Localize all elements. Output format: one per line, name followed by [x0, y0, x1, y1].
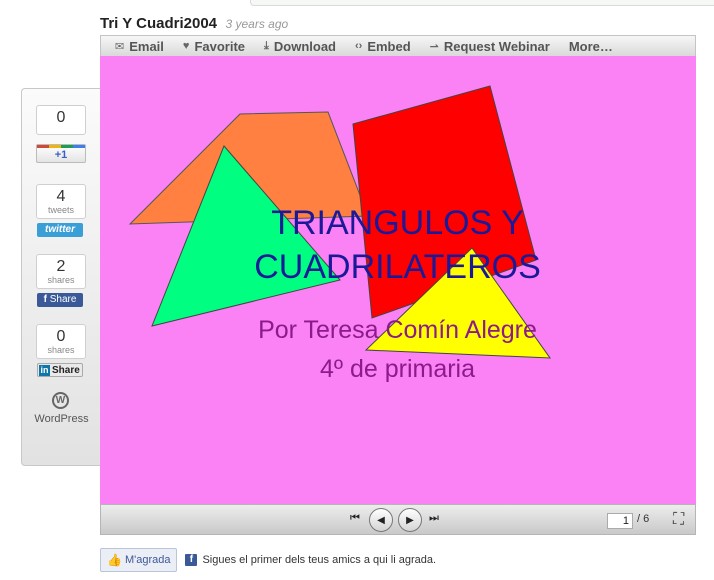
next-slide-button[interactable]: ▶	[398, 508, 422, 532]
favorite-button[interactable]: ♥ Favorite	[183, 39, 245, 54]
facebook-like-row: 👍 M'agrada f Sigues el primer dels teus …	[100, 548, 436, 572]
wordpress-icon[interactable]: W	[52, 392, 69, 409]
more-button[interactable]: More…	[569, 39, 613, 54]
download-icon: ⤓	[264, 39, 269, 52]
top-border-strip	[250, 0, 714, 6]
upload-time: 3 years ago	[225, 17, 289, 31]
google-plus-label: +1	[54, 149, 68, 161]
presentation-title[interactable]: Tri Y Cuadri2004	[100, 15, 217, 32]
slide-subtitle: Por Teresa Comín Alegre 4º de primaria	[230, 311, 565, 389]
google-plus-count-value: 0	[56, 109, 66, 126]
facebook-count-value: 2	[56, 258, 66, 275]
heart-icon: ♥	[182, 40, 190, 52]
slide-title: TRIANGULOS Y CUADRILATEROS	[230, 201, 565, 289]
page-number-input[interactable]: 1	[607, 513, 633, 529]
linkedin-count-unit: shares	[47, 345, 75, 355]
facebook-count-unit: shares	[47, 275, 75, 285]
more-label: More…	[568, 38, 613, 54]
google-plus-count: 0	[36, 105, 86, 135]
page-total: / 6	[637, 513, 650, 525]
linkedin-share-label: Share	[52, 365, 80, 376]
email-label: Email	[129, 38, 164, 54]
thumbs-up-icon: 👍	[107, 553, 122, 567]
embed-label: Embed	[367, 38, 411, 54]
linkedin-share-count: 0 shares	[36, 324, 86, 359]
embed-button[interactable]: ‹› Embed	[355, 39, 411, 54]
fullscreen-icon[interactable]: ⛶	[673, 511, 684, 529]
request-webinar-button[interactable]: ⇀ Request Webinar	[430, 39, 550, 54]
slide-grade: 4º de primaria	[319, 355, 476, 383]
facebook-share-button[interactable]: f Share	[37, 293, 83, 307]
linkedin-count-value: 0	[56, 328, 66, 345]
favorite-label: Favorite	[194, 38, 246, 54]
action-toolbar: ✉ Email ♥ Favorite ⤓ Download ‹› Embed ⇀…	[100, 35, 696, 56]
tweet-count-unit: tweets	[47, 205, 74, 215]
linkedin-share-button[interactable]: in Share	[37, 363, 83, 377]
player-controls: ⏮ ◀ ▶ ⏭ 1 / 6 ⛶	[100, 504, 696, 535]
social-share-panel: 0 +1 4 tweets twitter 2 shares f Share 0…	[21, 88, 100, 466]
linkedin-icon: in	[39, 365, 50, 376]
first-slide-icon[interactable]: ⏮	[350, 512, 360, 525]
slide-title-line1: TRIANGULOS Y	[271, 204, 524, 242]
tweet-count: 4 tweets	[36, 184, 86, 219]
request-webinar-label: Request Webinar	[443, 38, 550, 54]
presentation-header: Tri Y Cuadri2004 3 years ago	[100, 15, 288, 35]
last-slide-icon[interactable]: ⏭	[429, 512, 439, 525]
like-button-label: M'agrada	[124, 554, 171, 566]
slide-viewer[interactable]: TRIANGULOS Y CUADRILATEROS Por Teresa Co…	[100, 56, 696, 504]
webinar-icon: ⇀	[429, 40, 439, 53]
facebook-f-icon: f	[43, 294, 47, 305]
slide-author: Por Teresa Comín Alegre	[258, 316, 537, 344]
like-social-text: Sigues el primer dels teus amics a qui l…	[202, 554, 437, 566]
facebook-share-label: Share	[49, 294, 77, 305]
facebook-share-count: 2 shares	[36, 254, 86, 289]
facebook-like-button[interactable]: 👍 M'agrada	[100, 548, 178, 572]
twitter-label: twitter	[45, 224, 75, 235]
google-plus-button[interactable]: +1	[36, 144, 86, 163]
twitter-button[interactable]: twitter	[37, 223, 83, 237]
google-color-stripe	[37, 145, 85, 148]
wordpress-label[interactable]: WordPress	[22, 413, 101, 425]
download-label: Download	[273, 38, 336, 54]
embed-icon: ‹›	[355, 40, 363, 52]
tweet-count-value: 4	[56, 188, 66, 205]
play-left-icon: ◀	[377, 514, 385, 526]
envelope-icon: ✉	[115, 40, 125, 53]
facebook-icon: f	[185, 554, 198, 566]
email-button[interactable]: ✉ Email	[115, 39, 164, 54]
slide-title-line2: CUADRILATEROS	[254, 248, 541, 286]
previous-slide-button[interactable]: ◀	[369, 508, 393, 532]
download-button[interactable]: ⤓ Download	[264, 39, 336, 54]
play-right-icon: ▶	[406, 514, 414, 526]
